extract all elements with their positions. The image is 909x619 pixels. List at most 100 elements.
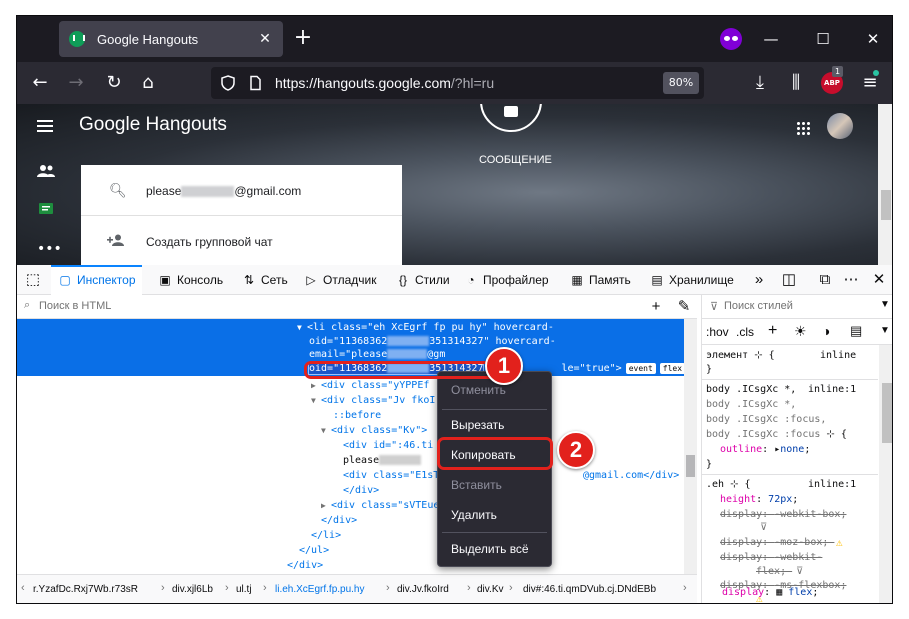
tab-console[interactable]: ▣ Консоль: [157, 265, 223, 295]
tab-styles[interactable]: {} Стили: [395, 265, 450, 295]
more-tabs-chevron-icon[interactable]: »: [747, 265, 771, 295]
menu-item-select-all[interactable]: Выделить всё: [438, 536, 551, 562]
tab-profiler[interactable]: ◔ Профайлер: [463, 265, 548, 295]
minimize-button[interactable]: —: [758, 27, 784, 51]
styles-more-icon[interactable]: ▼: [880, 325, 890, 336]
css-declaration[interactable]: outline: ▸none;: [720, 442, 810, 457]
rule-element[interactable]: элемент ⊹ {: [706, 348, 775, 363]
markup-scrollbar-thumb[interactable]: [686, 455, 695, 477]
breadcrumb-item[interactable]: div.Kv: [477, 584, 504, 595]
flex-grid-icon[interactable]: ▦: [776, 587, 782, 598]
rule-selector[interactable]: body .ICsgXc :focus ⊹ {: [706, 427, 847, 442]
css-declaration[interactable]: display: ▦ flex;: [722, 587, 818, 598]
apps-grid-icon[interactable]: [796, 121, 810, 135]
new-tab-button[interactable]: +: [291, 27, 315, 51]
devtools-menu-icon[interactable]: ⋯: [839, 265, 863, 295]
highlight-element-icon[interactable]: ⊹: [730, 479, 738, 490]
contacts-icon[interactable]: [37, 164, 55, 178]
conversations-icon[interactable]: [37, 203, 55, 217]
cls-toggle[interactable]: .cls: [736, 325, 754, 339]
downloads-icon[interactable]: ⤓: [747, 70, 773, 96]
rule-selector[interactable]: body .ICsgXc *,: [706, 397, 796, 412]
dark-scheme-icon[interactable]: ◑: [822, 323, 830, 339]
rule-selector[interactable]: body .ICsgXc :focus,: [706, 412, 826, 427]
markup-line[interactable]: ▶ <div class="yYPPEf: [311, 378, 435, 393]
library-icon[interactable]: ⫼: [783, 70, 809, 96]
page-scrollbar[interactable]: [878, 104, 892, 265]
reload-icon[interactable]: ↻: [101, 70, 127, 96]
page-scrollbar-thumb[interactable]: [881, 190, 891, 220]
breadcrumb-item-selected[interactable]: li.eh.XcEgrf.fp.pu.hy: [275, 584, 365, 595]
css-declaration-overridden[interactable]: display: -webkit-: [720, 550, 822, 565]
url-bar[interactable]: https://hangouts.google.com/?hl=ru 80%: [211, 67, 704, 99]
forward-arrow-icon[interactable]: →: [63, 70, 89, 96]
menu-item-delete[interactable]: Удалить: [438, 502, 551, 528]
styles-scrollbar-thumb[interactable]: [882, 383, 892, 443]
breadcrumb-scroll-left-icon[interactable]: ‹: [21, 582, 25, 594]
zoom-indicator[interactable]: 80%: [663, 72, 699, 94]
add-node-icon[interactable]: +: [647, 297, 665, 317]
rule-selector[interactable]: .eh ⊹ {: [706, 477, 751, 492]
markup-line[interactable]: <div id=":46.ti: [343, 438, 433, 453]
menu-item-cut[interactable]: Вырезать: [438, 412, 551, 438]
markup-scrollbar[interactable]: [684, 319, 697, 574]
markup-line[interactable]: </div>: [321, 513, 357, 528]
css-declaration-overridden[interactable]: display: -webkit-box;: [720, 507, 846, 522]
page-info-icon[interactable]: [247, 75, 263, 91]
markup-line[interactable]: email="please @gm: [309, 347, 445, 362]
markup-line[interactable]: </li>: [311, 528, 341, 543]
flex-badge[interactable]: flex: [659, 362, 684, 374]
styles-search-input[interactable]: Поиск стилей: [724, 300, 793, 312]
tab-close-icon[interactable]: ✕: [255, 29, 275, 49]
toggle-pane-icon[interactable]: ◫: [777, 265, 801, 295]
markup-line[interactable]: please: [343, 453, 422, 468]
back-arrow-icon[interactable]: ←: [27, 70, 53, 96]
close-devtools-icon[interactable]: ✕: [867, 265, 891, 295]
hov-toggle[interactable]: :hov: [706, 325, 729, 339]
tab-memory[interactable]: ▦ Память: [569, 265, 630, 295]
avatar[interactable]: [827, 113, 853, 139]
main-menu-icon[interactable]: [37, 120, 53, 132]
markup-line[interactable]: ▼ <li class="eh XcEgrf fp pu hy" hovercar…: [297, 320, 554, 335]
rule-selector[interactable]: body .ICsgXc *,: [706, 382, 796, 397]
tab-network[interactable]: ⇅ Сеть: [241, 265, 288, 295]
markup-line[interactable]: <div class="E1sT: [343, 468, 439, 483]
markup-line[interactable]: ▼ <div class="Jv fkoIr: [311, 393, 441, 408]
markup-line[interactable]: </ul>: [299, 543, 329, 558]
markup-line[interactable]: ▶ <div class="sVTEue: [321, 498, 439, 513]
menu-item-paste[interactable]: Вставить: [438, 472, 551, 498]
highlight-element-icon[interactable]: ⊹: [754, 350, 762, 361]
breadcrumb-item[interactable]: div.Jv.fkoIrd: [397, 584, 449, 595]
css-declaration-overridden[interactable]: flex;: [756, 564, 792, 579]
markup-line[interactable]: @gmail.com</div>: [583, 468, 679, 483]
rule-source[interactable]: inline:1: [808, 477, 856, 492]
more-dots-icon[interactable]: •••: [37, 242, 62, 258]
highlight-element-icon[interactable]: ⊹: [826, 429, 834, 440]
html-search-input[interactable]: Поиск в HTML: [39, 300, 111, 312]
print-media-icon[interactable]: ▤: [850, 323, 862, 339]
eyedropper-icon[interactable]: ✎: [675, 297, 693, 317]
light-scheme-icon[interactable]: ☀: [794, 323, 807, 340]
dock-side-icon[interactable]: ⧉: [813, 265, 837, 295]
markup-line[interactable]: </div>: [287, 558, 323, 573]
rule-source[interactable]: inline:1: [808, 382, 856, 397]
new-message-icon[interactable]: [480, 104, 542, 132]
element-picker-icon[interactable]: ⬚: [21, 265, 45, 295]
shield-icon[interactable]: [220, 75, 236, 91]
css-declaration-overridden[interactable]: display: -moz-box;: [720, 535, 834, 550]
breadcrumb-item[interactable]: div.xjl6Lb: [172, 584, 213, 595]
url-text[interactable]: https://hangouts.google.com/?hl=ru: [275, 75, 494, 91]
breadcrumb-scroll-right-icon[interactable]: ›: [683, 582, 687, 594]
styles-dropdown-icon[interactable]: ▼: [880, 299, 890, 310]
create-group-row[interactable]: Создать групповой чат: [81, 216, 402, 265]
breadcrumb-item[interactable]: r.YzafDc.Rxj7Wb.r73sR: [33, 584, 138, 595]
breadcrumb-item[interactable]: div#:46.ti.qmDVub.cj.DNdEBb: [523, 584, 656, 595]
close-window-button[interactable]: ✕: [860, 27, 886, 51]
app-menu-icon[interactable]: ≡: [857, 70, 883, 96]
markup-line[interactable]: ▼ <div class="Kv">: [321, 423, 427, 438]
styles-scrollbar[interactable]: [879, 345, 892, 603]
search-row[interactable]: 🔍︎ please @gmail.com: [81, 165, 402, 215]
tab-inspector[interactable]: ▢ Инспектор: [51, 265, 142, 295]
markup-line[interactable]: ::before: [333, 408, 381, 423]
home-icon[interactable]: ⌂: [135, 70, 161, 96]
